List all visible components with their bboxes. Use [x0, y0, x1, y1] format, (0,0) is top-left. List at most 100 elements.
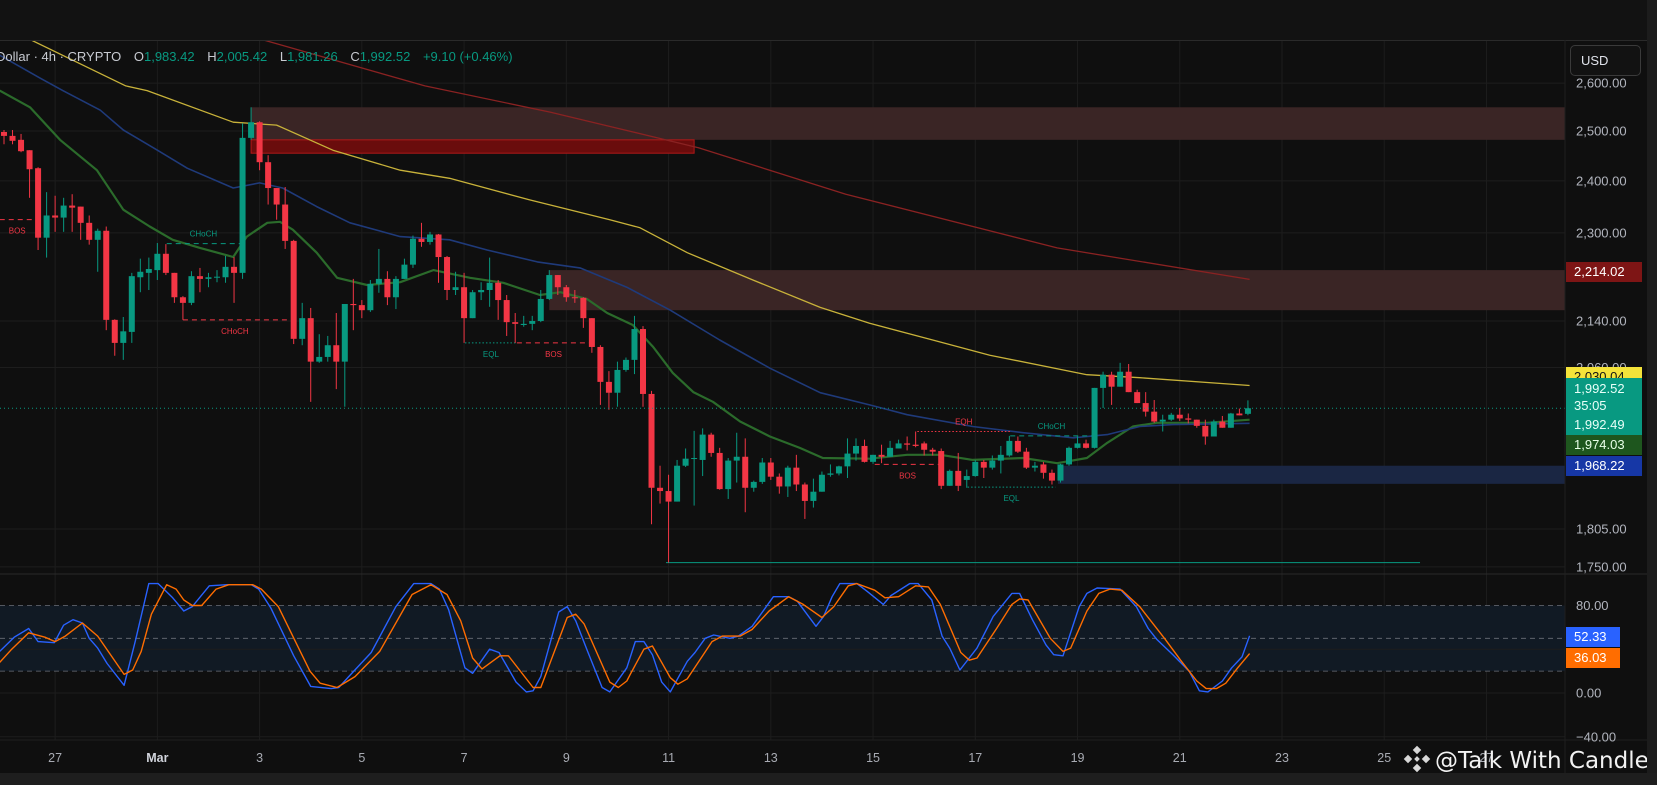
candle[interactable] — [614, 361, 621, 407]
candle[interactable] — [1108, 371, 1115, 405]
candle[interactable] — [640, 326, 646, 407]
candle[interactable] — [1227, 412, 1234, 428]
candle[interactable] — [299, 302, 306, 346]
candle[interactable] — [657, 465, 664, 504]
candle[interactable] — [793, 454, 800, 492]
candle[interactable] — [980, 459, 987, 478]
candle[interactable] — [708, 432, 715, 457]
candle[interactable] — [94, 228, 101, 272]
candle[interactable] — [1091, 387, 1098, 449]
candle[interactable] — [622, 357, 629, 372]
candle[interactable] — [69, 194, 76, 232]
candle[interactable] — [469, 289, 476, 319]
candle[interactable] — [674, 459, 681, 502]
candle[interactable] — [154, 243, 161, 281]
candle[interactable] — [1236, 408, 1243, 416]
candle[interactable] — [733, 432, 740, 483]
candle[interactable] — [77, 206, 84, 240]
oscillator-pane[interactable] — [0, 582, 1565, 738]
candle[interactable] — [895, 439, 902, 449]
oscillator-axis[interactable]: 80.00 0.00 −40.00 — [1576, 598, 1616, 744]
candle[interactable] — [367, 280, 374, 312]
candle[interactable] — [878, 444, 885, 464]
candle[interactable] — [759, 458, 766, 484]
candle[interactable] — [231, 257, 238, 303]
candle[interactable] — [1023, 447, 1030, 469]
candle[interactable] — [239, 123, 246, 279]
candle[interactable] — [392, 276, 399, 310]
candle[interactable] — [1057, 463, 1064, 483]
candle[interactable] — [784, 465, 791, 497]
candle[interactable] — [435, 233, 442, 283]
candle[interactable] — [1117, 362, 1124, 387]
candle[interactable] — [316, 334, 323, 363]
candle[interactable] — [9, 130, 16, 145]
candle[interactable] — [128, 272, 135, 343]
candle[interactable] — [444, 255, 451, 301]
candle[interactable] — [375, 248, 382, 293]
candle[interactable] — [588, 318, 595, 353]
candle[interactable] — [810, 478, 817, 508]
candle[interactable] — [1, 130, 7, 145]
candle[interactable] — [145, 257, 152, 290]
candle[interactable] — [1048, 469, 1055, 485]
candle[interactable] — [946, 469, 953, 486]
candle[interactable] — [529, 315, 536, 331]
candle[interactable] — [1066, 446, 1072, 466]
candle[interactable] — [86, 215, 93, 245]
time-axis[interactable]: 27 Mar 3 5 7 9 11 13 15 17 19 21 23 25 27 — [48, 751, 1493, 765]
candle[interactable] — [427, 231, 433, 245]
candle[interactable] — [43, 192, 50, 258]
candle[interactable] — [725, 458, 732, 499]
candle[interactable] — [597, 345, 604, 405]
candle[interactable] — [282, 187, 289, 249]
candle[interactable] — [938, 448, 945, 490]
candle[interactable] — [333, 313, 340, 390]
candle[interactable] — [162, 244, 169, 276]
candle[interactable] — [350, 278, 357, 331]
candle[interactable] — [853, 438, 859, 461]
candle[interactable] — [60, 197, 67, 232]
candle[interactable] — [963, 469, 970, 488]
candle[interactable] — [767, 458, 774, 480]
candle[interactable] — [341, 303, 348, 407]
candle[interactable] — [580, 297, 587, 328]
candle[interactable] — [801, 482, 808, 519]
candle[interactable] — [103, 226, 110, 331]
candle[interactable] — [196, 267, 203, 293]
candle[interactable] — [750, 480, 757, 492]
candle[interactable] — [1151, 400, 1158, 423]
candle[interactable] — [921, 441, 928, 456]
chart-canvas[interactable]: BOS CHoCH CHoCH EQL BOS EQH CHoCH BOS EQL 2,600.… — [0, 0, 1657, 785]
candle[interactable] — [111, 319, 118, 356]
candle[interactable] — [691, 430, 698, 506]
candle[interactable] — [120, 317, 127, 360]
candle[interactable] — [461, 272, 468, 343]
candle[interactable] — [503, 295, 510, 336]
candle[interactable] — [1193, 419, 1200, 428]
candle[interactable] — [205, 272, 212, 288]
candle[interactable] — [1083, 439, 1090, 449]
candle[interactable] — [384, 271, 391, 306]
candle[interactable] — [989, 455, 996, 470]
candle[interactable] — [870, 454, 877, 464]
candle[interactable] — [512, 313, 519, 343]
candle[interactable] — [358, 300, 365, 319]
candle[interactable] — [997, 445, 1004, 474]
candle[interactable] — [26, 150, 33, 198]
candle[interactable] — [648, 390, 655, 525]
candle[interactable] — [1031, 461, 1038, 472]
candle[interactable] — [1176, 407, 1183, 421]
candle[interactable] — [887, 440, 894, 457]
candle[interactable] — [818, 471, 825, 492]
candle[interactable] — [1142, 392, 1149, 417]
candle[interactable] — [409, 235, 416, 268]
candle[interactable] — [742, 438, 749, 513]
candle[interactable] — [682, 448, 689, 468]
price-axis[interactable]: 2,600.00 2,500.00 2,400.00 2,300.00 2,140.00… — [1576, 76, 1627, 575]
candle[interactable] — [1134, 389, 1141, 404]
candle[interactable] — [699, 428, 706, 477]
candle[interactable] — [1244, 400, 1251, 416]
candle[interactable] — [972, 459, 979, 477]
candle[interactable] — [256, 121, 263, 171]
